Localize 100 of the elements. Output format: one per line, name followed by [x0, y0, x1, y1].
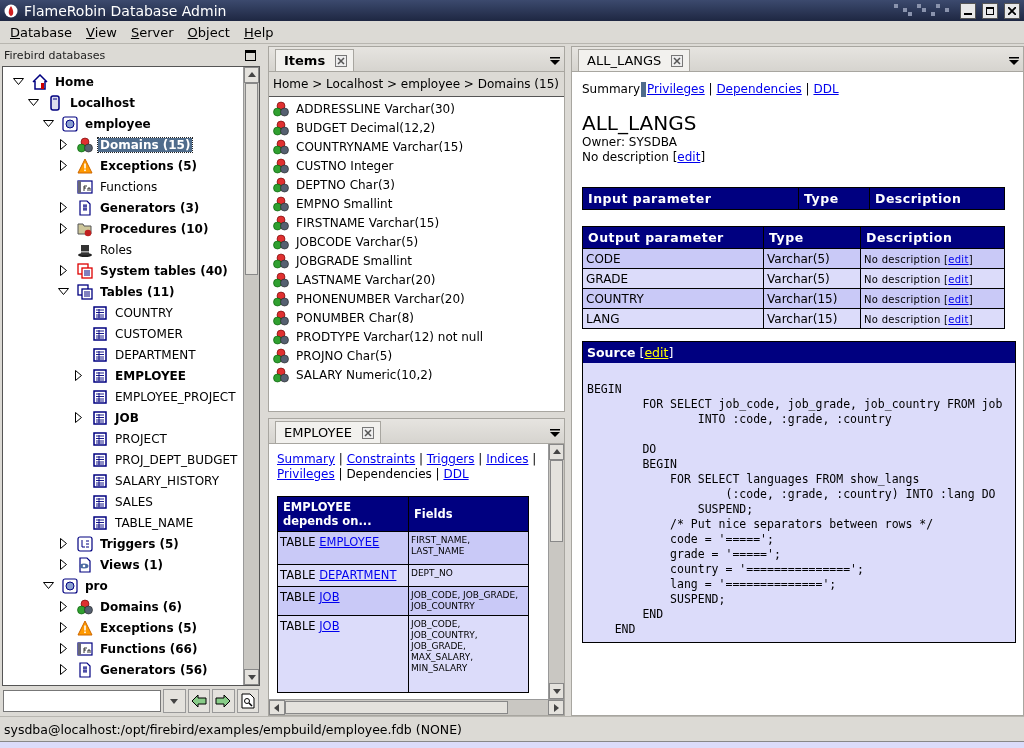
list-item[interactable]: ADDRESSLINE Varchar(30) — [296, 101, 455, 116]
view-link[interactable]: Privileges — [277, 467, 335, 481]
down-arrow-icon[interactable] — [169, 696, 180, 706]
tree-item[interactable]: CUSTOMER — [113, 326, 185, 341]
collapse-toggle-icon[interactable] — [43, 582, 54, 589]
tree-item[interactable]: Procedures (10) — [98, 221, 211, 236]
dropdown-button[interactable] — [163, 689, 186, 713]
up-arrow-icon[interactable] — [246, 70, 257, 80]
tree-item[interactable]: Domains (15) — [98, 137, 193, 152]
edit-link[interactable]: edit — [948, 273, 969, 285]
search-field[interactable] — [3, 690, 161, 712]
view-link[interactable]: DDL — [443, 467, 469, 481]
list-item[interactable]: PHONENUMBER Varchar(20) — [296, 291, 465, 306]
edit-link[interactable]: edit — [948, 293, 969, 305]
tree-item[interactable]: PROJECT — [113, 431, 169, 446]
tree-item[interactable]: Roles — [98, 242, 135, 257]
expand-toggle-icon[interactable] — [60, 601, 67, 612]
list-item[interactable]: JOBCODE Varchar(5) — [296, 234, 419, 249]
edit-link[interactable]: edit — [948, 253, 969, 265]
expand-toggle-icon[interactable] — [75, 412, 82, 423]
expand-toggle-icon[interactable] — [60, 139, 67, 150]
tree-item[interactable]: Exceptions (5) — [98, 620, 200, 635]
up-arrow-icon[interactable] — [551, 447, 562, 457]
close-icon[interactable] — [335, 54, 348, 67]
collapse-toggle-icon[interactable] — [58, 288, 69, 295]
menu-item[interactable]: Server — [130, 24, 174, 40]
view-link[interactable]: Summary — [277, 452, 335, 466]
list-item[interactable]: PONUMBER Char(8) — [296, 310, 415, 325]
menu-item[interactable]: Help — [243, 24, 274, 40]
tree-item[interactable]: employee — [83, 116, 153, 131]
view-link[interactable]: Privileges — [647, 82, 705, 96]
edit-link[interactable]: edit — [948, 313, 969, 325]
expand-toggle-icon[interactable] — [60, 643, 67, 654]
list-item[interactable]: PRODTYPE Varchar(12) not null — [296, 329, 484, 344]
expand-toggle-icon[interactable] — [60, 538, 67, 549]
expand-toggle-icon[interactable] — [60, 223, 67, 234]
list-item[interactable]: EMPNO Smallint — [296, 196, 393, 211]
close-icon[interactable] — [671, 54, 684, 67]
dropdown-caret-icon[interactable] — [550, 429, 560, 437]
collapse-toggle-icon[interactable] — [28, 99, 39, 106]
dropdown-caret-icon[interactable] — [1009, 57, 1019, 65]
view-link[interactable]: Dependencies — [716, 82, 802, 96]
expand-toggle-icon[interactable] — [75, 370, 82, 381]
list-item[interactable]: COUNTRYNAME Varchar(15) — [296, 139, 464, 154]
tree-item[interactable]: pro — [83, 578, 110, 593]
close-button[interactable] — [1004, 2, 1020, 19]
tree-item[interactable]: Functions — [98, 179, 160, 194]
tree-item[interactable]: Generators (3) — [98, 200, 202, 215]
back-button[interactable] — [187, 689, 210, 713]
tree-item[interactable]: Generators (56) — [98, 662, 210, 677]
scrollbar[interactable] — [243, 67, 259, 685]
collapse-toggle-icon[interactable] — [13, 78, 24, 85]
tree-item[interactable]: SALES — [113, 494, 155, 509]
table-link[interactable]: JOB — [319, 619, 340, 633]
down-arrow-icon[interactable] — [551, 686, 562, 696]
expand-toggle-icon[interactable] — [60, 559, 67, 570]
dropdown-caret-icon[interactable] — [550, 57, 560, 65]
horizontal-scrollbar[interactable] — [269, 699, 564, 715]
tree-item[interactable]: JOB — [113, 410, 141, 425]
tree-item[interactable]: Views (1) — [98, 557, 166, 572]
expand-toggle-icon[interactable] — [60, 202, 67, 213]
list-item[interactable]: LASTNAME Varchar(20) — [296, 272, 436, 287]
tree-item[interactable]: TABLE_NAME — [113, 515, 196, 530]
view-link[interactable]: Constraints — [346, 452, 416, 466]
tree-item[interactable]: Triggers (5) — [98, 536, 181, 551]
tree-item[interactable]: Home — [53, 74, 96, 89]
maximize-button[interactable] — [982, 2, 998, 19]
tree-item[interactable]: EMPLOYEE — [113, 368, 188, 383]
tree-item[interactable]: DEPARTMENT — [113, 347, 198, 362]
list-item[interactable]: FIRSTNAME Varchar(15) — [296, 215, 440, 230]
list-item[interactable]: DEPTNO Char(3) — [296, 177, 395, 192]
tree-item[interactable]: EMPLOYEE_PROJECT — [113, 389, 238, 404]
right-arrow-icon[interactable] — [551, 702, 561, 713]
view-link[interactable]: DDL — [813, 82, 839, 96]
collapse-toggle-icon[interactable] — [43, 120, 54, 127]
menu-item[interactable]: Database — [10, 24, 73, 40]
expand-toggle-icon[interactable] — [60, 265, 67, 276]
list-item[interactable]: CUSTNO Integer — [296, 158, 394, 173]
list-item[interactable]: SALARY Numeric(10,2) — [296, 367, 433, 382]
view-link[interactable]: Triggers — [426, 452, 475, 466]
tree-item[interactable]: Exceptions (5) — [98, 158, 200, 173]
minimize-button[interactable] — [960, 2, 976, 19]
tree-item[interactable]: Domains (6) — [98, 599, 185, 614]
expand-toggle-icon[interactable] — [60, 622, 67, 633]
tree-item[interactable]: SALARY_HISTORY — [113, 473, 221, 488]
expand-toggle-icon[interactable] — [60, 160, 67, 171]
scrollbar[interactable] — [548, 444, 564, 699]
tree-item[interactable]: System tables (40) — [98, 263, 230, 278]
list-item[interactable]: PROJNO Char(5) — [296, 348, 393, 363]
maximize-pane-icon[interactable] — [245, 49, 256, 61]
tree-item[interactable]: COUNTRY — [113, 305, 175, 320]
view-link[interactable]: Indices — [486, 452, 529, 466]
forward-button[interactable] — [212, 689, 235, 713]
search-button[interactable] — [236, 689, 259, 713]
list-item[interactable]: JOBGRADE Smallint — [296, 253, 412, 268]
tree-item[interactable]: Localhost — [68, 95, 137, 110]
table-link[interactable]: EMPLOYEE — [319, 535, 380, 549]
down-arrow-icon[interactable] — [246, 672, 257, 682]
edit-link[interactable]: edit — [677, 150, 701, 164]
list-item[interactable]: BUDGET Decimal(12,2) — [296, 120, 436, 135]
